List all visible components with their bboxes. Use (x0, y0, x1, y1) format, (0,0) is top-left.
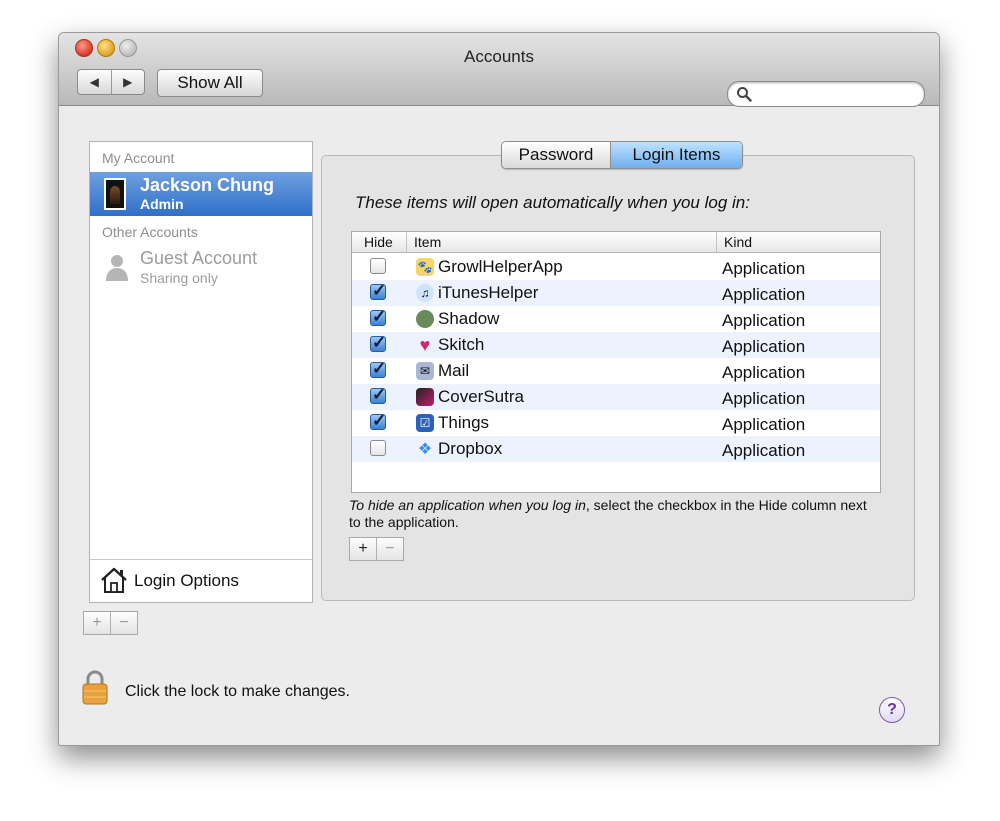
item-kind: Application (722, 415, 806, 434)
item-name: CoverSutra (438, 387, 524, 406)
window-title: Accounts (464, 47, 534, 66)
forward-button[interactable]: ▶ (112, 70, 145, 94)
person-icon (106, 255, 128, 281)
tab-login-items[interactable]: Login Items (611, 142, 742, 168)
back-forward-control: ◀ ▶ (77, 69, 145, 95)
hide-checkbox[interactable] (370, 281, 386, 301)
item-kind: Application (722, 285, 806, 304)
table-row[interactable]: ☑ Things Application (352, 410, 880, 436)
account-subtitle: Sharing only (140, 270, 218, 286)
hide-checkbox[interactable] (370, 359, 386, 379)
column-header-hide[interactable]: Hide (364, 234, 393, 250)
table-row[interactable]: ❖ Dropbox Application (352, 436, 880, 462)
item-name: Shadow (438, 309, 500, 328)
item-kind: Application (722, 363, 806, 382)
things-icon: ☑ (416, 414, 434, 432)
avatar (104, 178, 126, 210)
item-kind: Application (722, 441, 806, 460)
title-bar: Accounts ◀ ▶ Show All (59, 33, 939, 107)
account-role: Admin (140, 196, 184, 212)
column-header-item[interactable]: Item (414, 234, 441, 250)
remove-account-button[interactable]: − (111, 612, 137, 634)
house-icon (101, 567, 127, 593)
magnifier-icon (737, 87, 752, 102)
item-name: Things (438, 413, 490, 432)
help-button[interactable]: ? (879, 697, 905, 723)
item-kind: Application (722, 337, 806, 356)
table-row[interactable]: ✉ Mail Application (352, 358, 880, 384)
hide-hint-text: To hide an application when you log in, … (349, 497, 867, 530)
add-account-button[interactable]: + (84, 612, 111, 634)
item-name: Skitch (438, 335, 485, 354)
item-kind: Application (722, 389, 806, 408)
login-options-label: Login Options (134, 571, 239, 590)
table-row[interactable]: Shadow Application (352, 306, 880, 332)
table-row[interactable]: ♫ iTunesHelper Application (352, 280, 880, 306)
hide-checkbox[interactable] (370, 333, 386, 353)
login-items-table: Hide Item Kind 🐾 GrowlHelperApp Applicat… (351, 231, 881, 493)
add-login-item-button[interactable]: + (350, 538, 377, 560)
login-items-intro: These items will open automatically when… (355, 193, 750, 212)
other-accounts-header: Other Accounts (102, 224, 198, 240)
account-name: Jackson Chung (140, 175, 275, 195)
hide-checkbox[interactable] (370, 411, 386, 431)
item-kind: Application (722, 259, 806, 278)
table-row[interactable]: 🐾 GrowlHelperApp Application (352, 254, 880, 280)
search-input[interactable] (727, 81, 925, 107)
lock-icon[interactable] (81, 669, 109, 705)
item-name: GrowlHelperApp (438, 257, 563, 276)
table-row[interactable]: ♥ Skitch Application (352, 332, 880, 358)
item-name: Dropbox (438, 439, 503, 458)
table-header: Hide Item Kind (352, 232, 880, 253)
show-all-button[interactable]: Show All (157, 69, 263, 97)
item-kind: Application (722, 311, 806, 330)
item-name: iTunesHelper (438, 283, 539, 302)
login-item-add-remove-control: + − (349, 537, 404, 561)
coversutra-icon (416, 388, 434, 406)
dropbox-icon: ❖ (417, 441, 433, 458)
tab-bar: Password Login Items (501, 141, 743, 169)
hide-checkbox[interactable] (370, 307, 386, 327)
item-name: Mail (438, 361, 470, 380)
lock-message: Click the lock to make changes. (125, 683, 350, 700)
column-header-kind[interactable]: Kind (724, 234, 752, 250)
itunes-icon: ♫ (416, 284, 434, 302)
hide-checkbox[interactable] (370, 258, 386, 274)
login-options-item[interactable]: Login Options (90, 559, 312, 602)
hide-checkbox[interactable] (370, 385, 386, 405)
account-name: Guest Account (140, 248, 258, 268)
shadow-icon (416, 310, 434, 328)
remove-login-item-button[interactable]: − (377, 538, 403, 560)
accounts-window: Accounts ◀ ▶ Show All My Account Jackson… (58, 32, 940, 746)
account-item-jackson-chung[interactable]: Jackson Chung Admin (90, 172, 312, 216)
hide-checkbox[interactable] (370, 440, 386, 456)
growl-icon: 🐾 (416, 258, 434, 276)
mail-icon: ✉ (416, 362, 434, 380)
table-row[interactable]: CoverSutra Application (352, 384, 880, 410)
account-add-remove-control: + − (83, 611, 138, 635)
back-button[interactable]: ◀ (78, 70, 112, 94)
accounts-list: My Account Jackson Chung Admin Other Acc… (89, 141, 313, 603)
skitch-icon: ♥ (419, 334, 431, 355)
my-account-header: My Account (102, 150, 175, 166)
tab-password[interactable]: Password (502, 142, 611, 168)
